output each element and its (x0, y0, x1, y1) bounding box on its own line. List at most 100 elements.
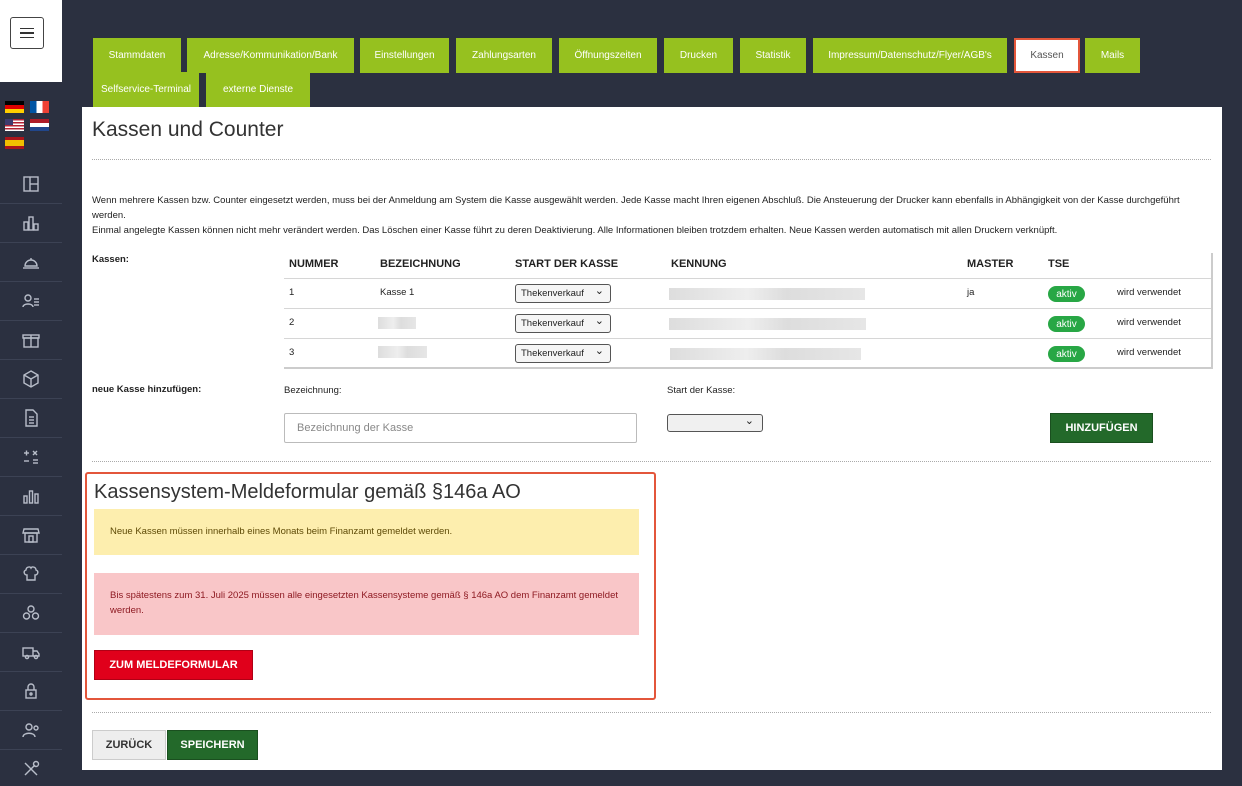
table-row: 1 Kasse 1 Thekenverkauf ja aktiv wird ve… (284, 278, 1211, 308)
flag-de-icon[interactable] (5, 101, 24, 113)
lock-icon (25, 683, 37, 699)
menu-toggle-button[interactable] (10, 17, 44, 49)
sidebar-item-stores[interactable] (0, 516, 62, 555)
sidebar-item-groups[interactable] (0, 594, 62, 633)
flag-nl-icon[interactable] (30, 119, 49, 131)
start-select[interactable]: Thekenverkauf (515, 314, 611, 333)
cloche-icon (23, 258, 39, 269)
stats-icon (23, 490, 39, 504)
bezeichnung-label: Bezeichnung: (284, 385, 342, 396)
row-nummer: 3 (289, 347, 295, 358)
sidebar-item-customers[interactable] (0, 282, 62, 321)
meldeformular-button[interactable]: ZUM MELDEFORMULAR (94, 650, 253, 680)
sidebar-item-delivery[interactable] (0, 633, 62, 672)
back-button[interactable]: ZURÜCK (92, 730, 166, 760)
tab-impressum[interactable]: Impressum/Datenschutz/Flyer/AGB's (813, 38, 1007, 73)
sidebar-item-accounting[interactable] (0, 438, 62, 477)
tools-icon (24, 760, 40, 776)
kassen-label: Kassen: (92, 254, 129, 265)
start-kasse-label: Start der Kasse: (667, 385, 736, 396)
sidebar-nav (0, 165, 62, 786)
warning-alert: Neue Kassen müssen innerhalb eines Monat… (94, 509, 639, 555)
tab-kassen[interactable]: Kassen (1014, 38, 1080, 73)
bar-chart-icon (23, 216, 39, 231)
tab-externe-dienste[interactable]: externe Dienste (206, 72, 310, 107)
sidebar-item-reports[interactable] (0, 204, 62, 243)
kassen-table: NUMMER BEZEICHNUNG START DER KASSE KENNU… (284, 253, 1213, 369)
col-header-start: START DER KASSE (515, 258, 619, 270)
flag-us-icon[interactable] (5, 119, 24, 131)
meldeformular-section: Kassensystem-Meldeformular gemäß §146a A… (85, 472, 656, 700)
info-paragraph-1: Wenn mehrere Kassen bzw. Counter eingese… (92, 195, 1180, 221)
start-kasse-select[interactable] (667, 414, 763, 432)
row-status: wird verwendet (1117, 317, 1181, 328)
add-kasse-button[interactable]: HINZUFÜGEN (1050, 413, 1153, 443)
bezeichnung-redacted (378, 317, 416, 329)
tse-status-badge: aktiv (1048, 286, 1085, 302)
store-icon (22, 528, 40, 543)
page-title: Kassen und Counter (92, 118, 284, 141)
info-text: Wenn mehrere Kassen bzw. Counter eingese… (92, 193, 1212, 238)
sidebar-item-tools[interactable] (0, 750, 62, 786)
sidebar-item-dashboard[interactable] (0, 165, 62, 204)
start-select[interactable]: Thekenverkauf (515, 284, 611, 303)
tab-zahlungsarten[interactable]: Zahlungsarten (456, 38, 552, 73)
save-button[interactable]: SPEICHERN (167, 730, 258, 760)
bezeichnung-redacted (378, 346, 427, 358)
user-admin-icon (22, 723, 39, 738)
sidebar-item-kitchen[interactable] (0, 555, 62, 594)
deadline-alert: Bis spätestens zum 31. Juli 2025 müssen … (94, 573, 639, 635)
row-nummer: 1 (289, 287, 295, 298)
group-icon (22, 605, 40, 620)
divider (92, 461, 1211, 462)
tab-drucken[interactable]: Drucken (664, 38, 733, 73)
bezeichnung-input[interactable]: Bezeichnung der Kasse (284, 413, 637, 443)
truck-icon (22, 647, 40, 660)
sidebar (0, 0, 62, 786)
flag-fr-icon[interactable] (30, 101, 49, 113)
sidebar-header (0, 0, 62, 82)
sidebar-item-products[interactable] (0, 360, 62, 399)
calculator-icon (24, 450, 38, 464)
tab-einstellungen[interactable]: Einstellungen (360, 38, 449, 73)
tab-adresse[interactable]: Adresse/Kommunikation/Bank (187, 38, 354, 73)
users-list-icon (22, 294, 39, 308)
tab-selfservice[interactable]: Selfservice-Terminal (93, 72, 199, 107)
col-header-kennung: KENNUNG (671, 258, 727, 270)
col-header-bezeichnung: BEZEICHNUNG (380, 258, 461, 270)
tab-mails[interactable]: Mails (1085, 38, 1140, 73)
new-kasse-label: neue Kasse hinzufügen: (92, 384, 202, 395)
tab-stammdaten[interactable]: Stammdaten (93, 38, 181, 73)
tse-status-badge: aktiv (1048, 346, 1085, 362)
meldeformular-title: Kassensystem-Meldeformular gemäß §146a A… (94, 481, 521, 503)
row-bezeichnung: Kasse 1 (380, 287, 415, 298)
col-header-tse: TSE (1048, 258, 1070, 270)
table-row: 3 Thekenverkauf aktiv wird verwendet (284, 338, 1211, 368)
col-header-nummer: NUMMER (289, 258, 339, 270)
row-status: wird verwendet (1117, 287, 1181, 298)
divider (92, 712, 1211, 713)
gift-icon (22, 334, 40, 348)
sidebar-item-documents[interactable] (0, 399, 62, 438)
start-select[interactable]: Thekenverkauf (515, 344, 611, 363)
kennung-redacted (669, 318, 866, 330)
layout-icon (23, 176, 39, 192)
sidebar-item-security[interactable] (0, 672, 62, 711)
sidebar-item-users[interactable] (0, 711, 62, 750)
hamburger-icon (20, 27, 34, 30)
row-status: wird verwendet (1117, 347, 1181, 358)
box-icon (23, 370, 39, 388)
kennung-redacted (669, 288, 865, 300)
sidebar-item-vouchers[interactable] (0, 321, 62, 360)
tab-statistik[interactable]: Statistik (740, 38, 806, 73)
tab-oeffnungszeiten[interactable]: Öffnungszeiten (559, 38, 657, 73)
flag-es-icon[interactable] (5, 137, 24, 149)
table-row: 2 Thekenverkauf aktiv wird verwendet (284, 308, 1211, 338)
divider (92, 159, 1211, 160)
document-icon (25, 409, 38, 427)
kassen-panel: Kassen und Counter Wenn mehrere Kassen b… (82, 107, 1222, 770)
sidebar-item-statistics[interactable] (0, 477, 62, 516)
chef-hat-icon (23, 566, 39, 581)
col-header-master: MASTER (967, 258, 1014, 270)
sidebar-item-orders[interactable] (0, 243, 62, 282)
